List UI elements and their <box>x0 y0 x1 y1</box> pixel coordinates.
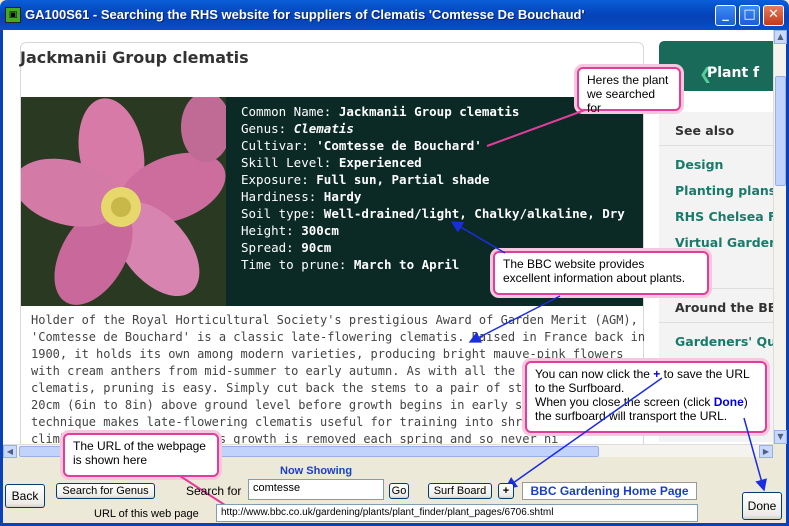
vertical-scrollbar[interactable]: ▲ ▼ <box>773 30 787 444</box>
go-button[interactable]: Go <box>389 483 409 499</box>
url-field[interactable]: http://www.bbc.co.uk/gardening/plants/pl… <box>216 504 698 522</box>
scroll-right-icon[interactable]: ▶ <box>759 445 773 458</box>
fact-row: Genus: Clematis <box>241 121 354 136</box>
callout-save-url: You can now click the + to save the URL … <box>525 361 767 433</box>
fact-row: Soil type: Well-drained/light, Chalky/al… <box>241 206 625 221</box>
scroll-down-icon[interactable]: ▼ <box>774 430 787 444</box>
page-title: Jackmanii Group clematis <box>20 48 249 67</box>
around-bbc-heading: Around the BBC <box>675 300 773 315</box>
bbc-home-button[interactable]: BBC Gardening Home Page <box>522 482 697 500</box>
close-button[interactable]: ✕ <box>763 5 784 26</box>
plant-facts: Common Name: Jackmanii Group clematis Ge… <box>241 103 641 273</box>
scroll-up-icon[interactable]: ▲ <box>774 30 787 44</box>
divider <box>659 145 773 146</box>
search-for-label: Search for <box>186 484 242 498</box>
window-title: GA100S61 - Searching the RHS website for… <box>25 7 585 22</box>
scroll-thumb[interactable] <box>775 76 786 186</box>
search-input[interactable]: comtesse <box>248 479 384 500</box>
maximize-button[interactable]: □ <box>739 5 760 26</box>
link-design[interactable]: Design <box>675 157 723 172</box>
title-bar: ▣ GA100S61 - Searching the RHS website f… <box>0 0 789 30</box>
surf-board-button[interactable]: Surf Board <box>428 483 492 499</box>
minimize-button[interactable]: _ <box>715 5 736 26</box>
fact-row: Height: 300cm <box>241 223 339 238</box>
link-gardeners-question[interactable]: Gardeners' Qu <box>675 334 773 349</box>
callout-plant: Heres the plant we searched for <box>577 67 681 115</box>
fact-row: Skill Level: Experienced <box>241 155 422 170</box>
clematis-photo <box>21 97 226 306</box>
done-button[interactable]: Done <box>742 492 782 520</box>
now-showing-label: Now Showing <box>280 465 353 477</box>
callout-url: The URL of the webpage is shown here <box>63 433 219 477</box>
app-icon: ▣ <box>5 7 21 23</box>
fact-row: Cultivar: 'Comtesse de Bouchard' <box>241 138 482 153</box>
fact-row: Exposure: Full sun, Partial shade <box>241 172 490 187</box>
divider <box>659 322 773 323</box>
search-genus-button[interactable]: Search for Genus <box>56 483 155 499</box>
link-planting-plans[interactable]: Planting plans <box>675 183 773 198</box>
fact-row: Hardiness: Hardy <box>241 189 362 204</box>
see-also-heading: See also <box>675 123 735 138</box>
url-label: URL of this web page <box>94 508 199 520</box>
add-to-surfboard-button[interactable]: + <box>498 483 514 499</box>
callout-bbc: The BBC website provides excellent infor… <box>493 251 709 295</box>
back-button[interactable]: Back <box>5 484 45 508</box>
scroll-left-icon[interactable]: ◀ <box>3 445 17 458</box>
link-rhs-chelsea[interactable]: RHS Chelsea F <box>675 209 773 224</box>
link-virtual-garden[interactable]: Virtual Garden <box>675 235 773 250</box>
